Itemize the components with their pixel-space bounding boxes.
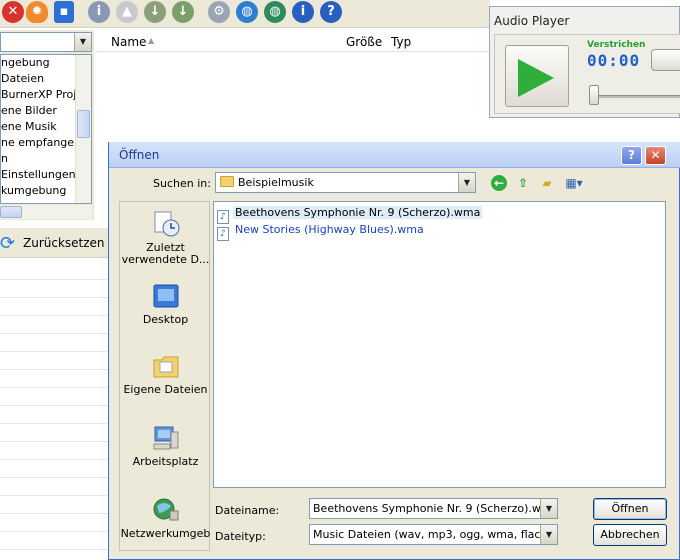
filetype-value: Music Dateien (wav, mp3, ogg, wma, flac,… — [313, 528, 558, 541]
folder-combo[interactable]: ▼ — [0, 32, 92, 52]
globe-search-icon[interactable]: ◍ — [264, 1, 286, 23]
new-folder-icon[interactable]: ▰ — [539, 175, 555, 191]
info-icon[interactable]: i — [88, 1, 110, 23]
about-icon[interactable]: i — [292, 1, 314, 23]
close-button[interactable]: ✕ — [645, 146, 666, 165]
lookin-label: Suchen in: — [153, 177, 211, 190]
delete-icon[interactable]: ✕ — [2, 1, 24, 23]
column-name[interactable]: Name — [111, 35, 146, 49]
file-name: Beethovens Symphonie Nr. 9 (Scherzo).wma — [233, 206, 483, 219]
download-all-icon[interactable]: ↓ — [172, 1, 194, 23]
place-label: Eigene Dateien — [123, 383, 208, 396]
file-item[interactable]: ♪ New Stories (Highway Blues).wma — [217, 222, 426, 241]
save-icon[interactable]: ▪ — [54, 1, 74, 23]
filename-label: Dateiname: — [215, 504, 280, 517]
tree-horizontal-scrollbar[interactable] — [0, 205, 92, 219]
tree-vertical-scrollbar[interactable] — [75, 55, 91, 203]
volume-control[interactable] — [651, 49, 680, 71]
column-type[interactable]: Typ — [391, 35, 411, 49]
settings-icon[interactable]: ⚙ — [208, 1, 230, 23]
reset-bar: ⟳ Zurücksetzen — [0, 228, 110, 258]
scrollbar-thumb[interactable] — [0, 206, 22, 218]
elapsed-label: Verstrichen — [587, 40, 646, 50]
music-file-icon: ♪ — [217, 227, 229, 241]
up-folder-icon[interactable]: ⇧ — [515, 175, 531, 191]
view-menu-icon[interactable]: ▦▾ — [563, 175, 585, 191]
cancel-button[interactable]: Abbrechen — [593, 524, 667, 546]
help-button[interactable]: ? — [621, 146, 642, 165]
audio-player-title: Audio Player — [494, 14, 570, 28]
burn-icon[interactable]: ✹ — [26, 1, 48, 23]
my-computer-icon — [153, 426, 178, 450]
lookin-combo[interactable]: Beispielmusik ▼ — [215, 172, 476, 193]
desktop-icon — [153, 284, 178, 308]
seek-slider-thumb[interactable] — [589, 85, 599, 105]
lower-list-grid — [0, 262, 110, 560]
place-label: Zuletzt verwendete D... — [121, 241, 210, 266]
file-item[interactable]: ♪ Beethovens Symphonie Nr. 9 (Scherzo).wm… — [217, 205, 483, 224]
open-button[interactable]: Öffnen — [593, 498, 667, 520]
sort-ascending-icon: ▲ — [148, 36, 155, 45]
help-icon[interactable]: ? — [320, 1, 342, 23]
seek-track[interactable] — [591, 95, 680, 98]
globe-icon[interactable]: ◍ — [236, 1, 258, 23]
chevron-down-icon[interactable]: ▼ — [540, 525, 557, 544]
back-icon[interactable]: ← — [491, 175, 507, 191]
place-my-computer[interactable]: Arbeitsplatz — [120, 424, 211, 468]
filetype-select[interactable]: Music Dateien (wav, mp3, ogg, wma, flac,… — [309, 524, 558, 545]
folder-icon — [220, 176, 234, 187]
main-toolbar: ✕ ✹ ▪ i ▲ ↓ ↓ ⚙ ◍ ◍ i ? — [0, 0, 490, 28]
network-icon — [153, 498, 178, 521]
place-desktop[interactable]: Desktop — [120, 282, 211, 326]
place-label: Arbeitsplatz — [132, 455, 199, 468]
play-button[interactable] — [505, 45, 569, 107]
file-name: New Stories (Highway Blues).wma — [235, 223, 424, 236]
recent-documents-icon — [154, 211, 179, 237]
scrollbar-thumb[interactable] — [77, 110, 90, 138]
filename-value: Beethovens Symphonie Nr. 9 (Scherzo).wma — [313, 502, 558, 515]
open-file-dialog: Öffnen ? ✕ Suchen in: Beispielmusik ▼ ← … — [108, 142, 680, 560]
place-label: Netzwerkumgeb — [120, 527, 211, 540]
place-my-documents[interactable]: Eigene Dateien — [120, 352, 211, 396]
filename-input[interactable]: Beethovens Symphonie Nr. 9 (Scherzo).wma… — [309, 498, 558, 519]
file-list[interactable]: ♪ Beethovens Symphonie Nr. 9 (Scherzo).wm… — [213, 201, 666, 488]
play-icon — [518, 59, 554, 97]
lookin-value: Beispielmusik — [238, 176, 314, 189]
place-label: Desktop — [142, 313, 189, 326]
file-list-header: Name ▲ Größe Typ — [96, 30, 490, 52]
my-documents-icon — [153, 356, 178, 378]
places-bar: Zuletzt verwendete D... Desktop Eigene D… — [119, 201, 210, 551]
filetype-label: Dateityp: — [215, 530, 266, 543]
place-network[interactable]: Netzwerkumgeb — [120, 496, 211, 540]
dialog-title: Öffnen — [119, 148, 160, 162]
audio-player-window: Audio Player Verstrichen 00:00 — [489, 6, 680, 118]
audio-player-panel: Verstrichen 00:00 — [494, 34, 680, 114]
dialog-titlebar: Öffnen ? ✕ — [109, 142, 680, 168]
chevron-down-icon[interactable]: ▼ — [74, 33, 91, 51]
place-recent[interactable]: Zuletzt verwendete D... — [120, 210, 211, 266]
column-size[interactable]: Größe — [346, 35, 382, 49]
chevron-down-icon[interactable]: ▼ — [540, 499, 557, 518]
properties-icon[interactable]: ▲ — [116, 1, 138, 23]
elapsed-time: 00:00 — [587, 51, 641, 70]
refresh-icon[interactable]: ⟳ — [0, 234, 20, 254]
chevron-down-icon[interactable]: ▼ — [458, 173, 475, 192]
reset-button[interactable]: Zurücksetzen — [23, 236, 105, 250]
folder-tree[interactable]: ngebung Dateien BurnerXP Projec ene Bild… — [0, 54, 92, 204]
download-icon[interactable]: ↓ — [144, 1, 166, 23]
folder-panel: ▼ ngebung Dateien BurnerXP Projec ene Bi… — [0, 30, 94, 220]
